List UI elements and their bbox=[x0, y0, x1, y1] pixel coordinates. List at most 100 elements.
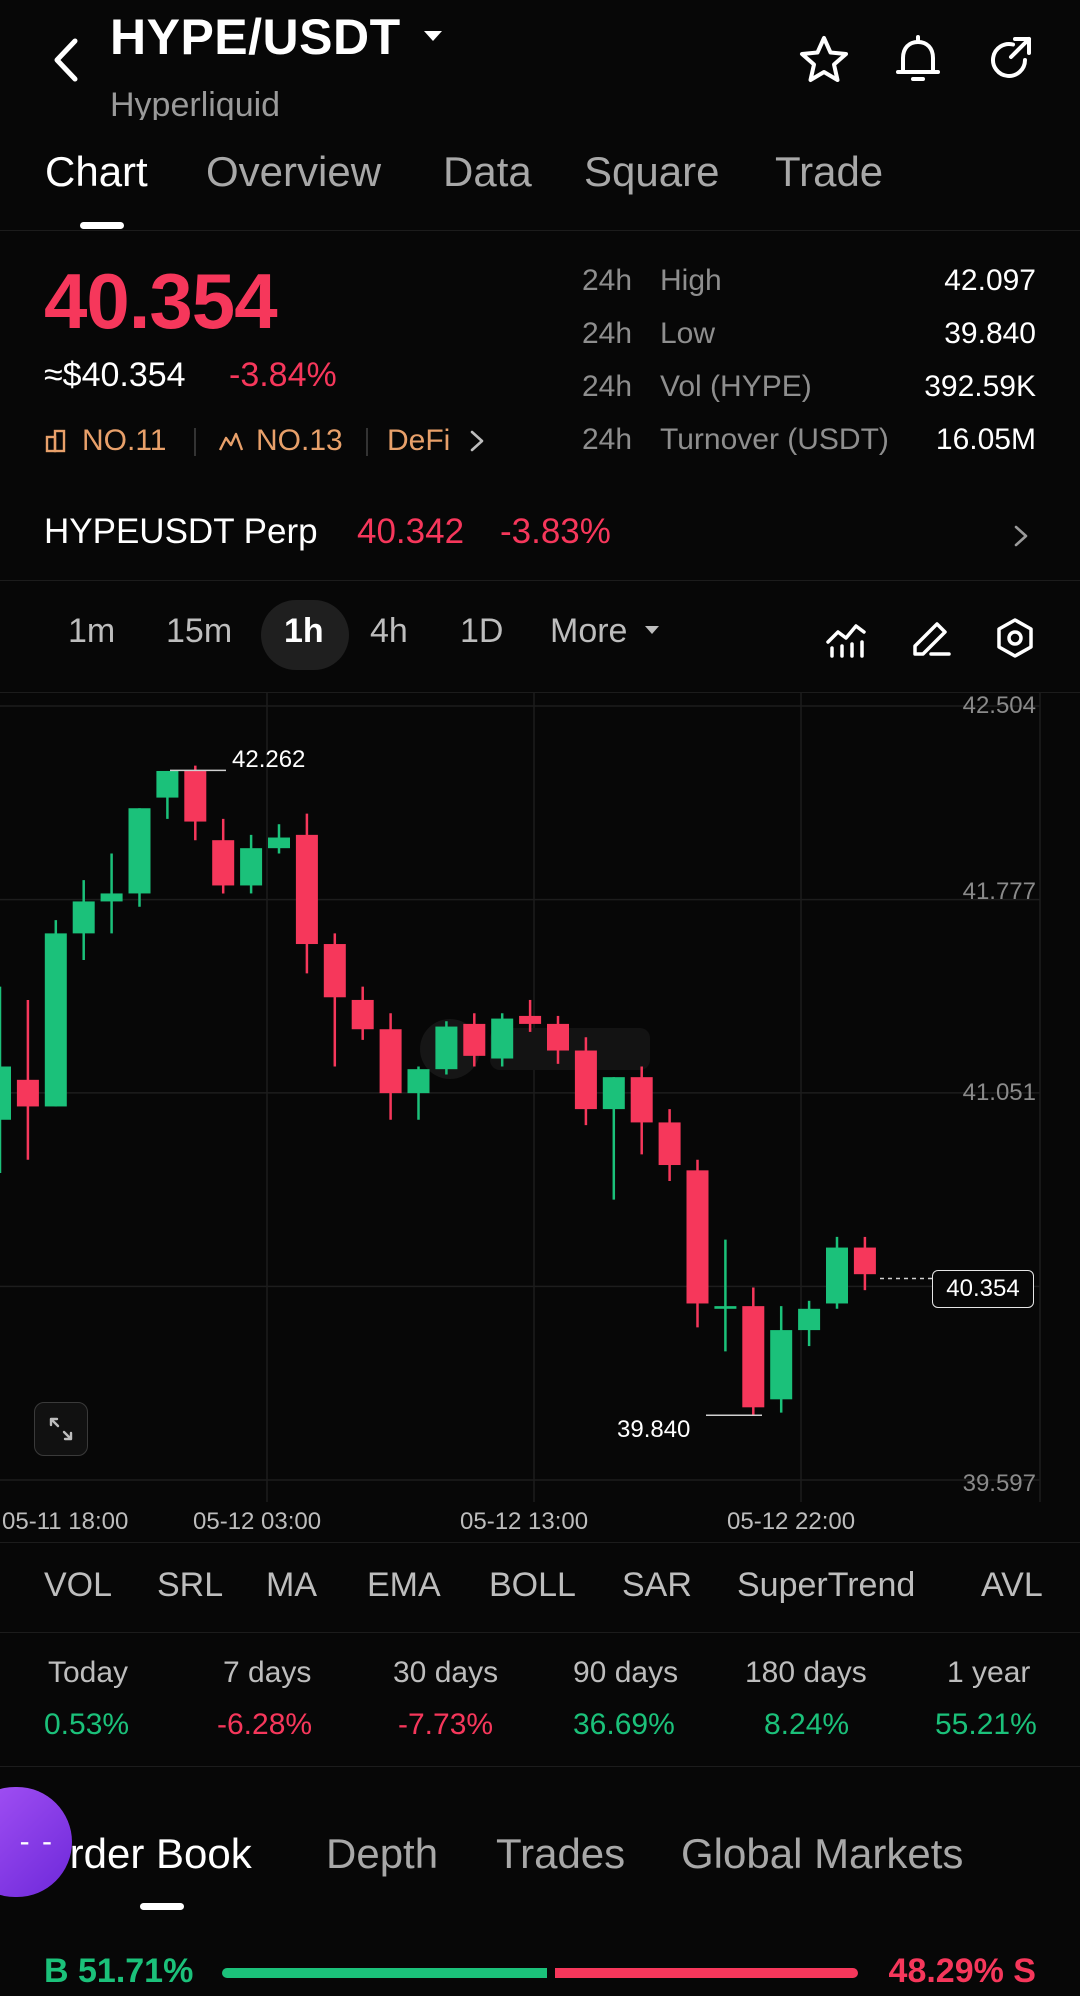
settings-icon bbox=[997, 618, 1033, 658]
indicator-ema[interactable]: EMA bbox=[367, 1566, 441, 1605]
rank-volume[interactable]: NO.13 bbox=[218, 424, 343, 458]
candle-body bbox=[658, 1122, 681, 1166]
stat-turnover: 24h Turnover (USDT) 16.05M bbox=[582, 423, 1036, 463]
draw-button[interactable] bbox=[903, 610, 959, 666]
rank-2-text: NO.13 bbox=[256, 424, 343, 457]
tab-depth[interactable]: Depth bbox=[326, 1830, 438, 1878]
stat-label: Turnover (USDT) bbox=[660, 423, 889, 456]
candle-body bbox=[72, 901, 95, 934]
tab-trades[interactable]: Trades bbox=[496, 1830, 625, 1878]
perf-label: 180 days bbox=[745, 1656, 867, 1689]
divider bbox=[0, 230, 1080, 231]
current-price-label: 40.354 bbox=[932, 1270, 1034, 1308]
perf-value: 55.21% bbox=[935, 1708, 1037, 1741]
candle-body bbox=[156, 770, 179, 798]
x-tick-label: 05-12 22:00 bbox=[727, 1508, 856, 1535]
candle-body bbox=[240, 848, 263, 886]
share-button[interactable] bbox=[978, 28, 1042, 92]
stat-label: Low bbox=[660, 317, 716, 350]
caret-down-icon bbox=[424, 30, 443, 41]
category-tag[interactable]: DeFi bbox=[387, 424, 488, 458]
indicator-sar[interactable]: SAR bbox=[622, 1566, 692, 1605]
main-tabs: Chart Overview Data Square Trade bbox=[0, 148, 1080, 230]
indicator-srl[interactable]: SRL bbox=[157, 1566, 223, 1605]
indicator-icon bbox=[826, 624, 866, 658]
price-chart[interactable]: 42.504 41.777 41.051 39.597 42.262 39.84… bbox=[0, 692, 1080, 1502]
separator bbox=[366, 428, 368, 456]
pair-title[interactable]: HYPE/USDT bbox=[110, 8, 445, 66]
stat-volume: 24h Vol (HYPE) 392.59K bbox=[582, 370, 1036, 410]
candle-body bbox=[435, 1026, 458, 1070]
perp-price: 40.342 bbox=[357, 512, 465, 551]
price-change: -3.84% bbox=[229, 356, 337, 394]
perf-value: 8.24% bbox=[764, 1708, 850, 1741]
interval-1d[interactable]: 1D bbox=[460, 612, 503, 651]
interval-more[interactable]: More bbox=[550, 612, 661, 651]
tab-chart[interactable]: Chart bbox=[45, 148, 148, 196]
interval-15m[interactable]: 15m bbox=[166, 612, 232, 651]
tab-data[interactable]: Data bbox=[443, 148, 532, 196]
stat-high: 24h High 42.097 bbox=[582, 264, 1036, 304]
interval-more-label: More bbox=[550, 612, 628, 650]
stat-period: 24h bbox=[582, 264, 633, 297]
watermark-text bbox=[490, 1028, 650, 1070]
chart-settings-button[interactable] bbox=[987, 610, 1043, 666]
tab-indicator bbox=[80, 222, 124, 229]
perf-value: 36.69% bbox=[573, 1708, 675, 1741]
candle-body bbox=[714, 1306, 737, 1309]
divider bbox=[0, 580, 1080, 581]
tab-square[interactable]: Square bbox=[584, 148, 719, 196]
stat-low: 24h Low 39.840 bbox=[582, 317, 1036, 357]
interval-1h[interactable]: 1h bbox=[284, 612, 324, 651]
perp-name: HYPEUSDT Perp bbox=[44, 512, 318, 551]
floating-assistant-button[interactable]: - - bbox=[0, 1787, 72, 1897]
interval-4h[interactable]: 4h bbox=[370, 612, 408, 651]
chevron-right-icon bbox=[1014, 525, 1028, 547]
candle-body bbox=[547, 1023, 569, 1051]
pair-title-text: HYPE/USDT bbox=[110, 9, 401, 65]
perf-label: Today bbox=[48, 1656, 129, 1689]
y-tick-label: 39.597 bbox=[962, 1470, 1036, 1497]
y-tick-label: 41.777 bbox=[962, 878, 1036, 905]
perf-value: -6.28% bbox=[217, 1708, 313, 1741]
candle-body bbox=[519, 1015, 542, 1024]
star-icon bbox=[800, 36, 848, 82]
stat-label: High bbox=[660, 264, 722, 297]
expand-icon bbox=[49, 1417, 73, 1441]
ratio-bar bbox=[222, 1968, 858, 1978]
candle-body bbox=[16, 1079, 39, 1107]
indicator-vol[interactable]: VOL bbox=[44, 1566, 112, 1605]
divider bbox=[0, 1632, 1080, 1633]
candle-body bbox=[491, 1018, 514, 1059]
tab-global-markets[interactable]: Global Markets bbox=[681, 1830, 963, 1878]
stat-value: 392.59K bbox=[924, 370, 1036, 403]
interval-1m[interactable]: 1m bbox=[68, 612, 115, 651]
back-button[interactable] bbox=[36, 30, 96, 90]
indicator-button[interactable] bbox=[818, 610, 874, 666]
candle-body bbox=[742, 1306, 765, 1408]
y-tick-label: 41.051 bbox=[962, 1079, 1036, 1106]
order-tab-indicator bbox=[140, 1903, 184, 1910]
perf-label: 30 days bbox=[393, 1656, 499, 1689]
fullscreen-button[interactable] bbox=[34, 1402, 88, 1456]
candle-body bbox=[128, 808, 151, 894]
chevron-left-icon bbox=[54, 38, 78, 82]
tab-overview[interactable]: Overview bbox=[206, 148, 381, 196]
alert-button[interactable] bbox=[886, 28, 950, 92]
tab-trade[interactable]: Trade bbox=[775, 148, 883, 196]
candlestick-chart[interactable] bbox=[0, 692, 1080, 1502]
stat-value: 39.840 bbox=[944, 317, 1036, 350]
indicator-avl[interactable]: AVL bbox=[981, 1566, 1046, 1605]
indicator-ma[interactable]: MA bbox=[266, 1566, 317, 1605]
stat-period: 24h bbox=[582, 423, 633, 456]
indicator-supertrend[interactable]: SuperTrend bbox=[737, 1566, 915, 1605]
indicator-boll[interactable]: BOLL bbox=[489, 1566, 576, 1605]
bell-icon bbox=[896, 35, 940, 81]
favorite-button[interactable] bbox=[792, 28, 856, 92]
stat-label: Vol (HYPE) bbox=[660, 370, 812, 403]
candle-body bbox=[212, 840, 235, 886]
chevron-right-icon bbox=[471, 430, 484, 452]
rank-market-cap[interactable]: NO.11 bbox=[44, 424, 166, 458]
perp-row[interactable]: HYPEUSDT Perp 40.342 -3.83% bbox=[0, 490, 1080, 580]
perf-label: 7 days bbox=[223, 1656, 312, 1689]
